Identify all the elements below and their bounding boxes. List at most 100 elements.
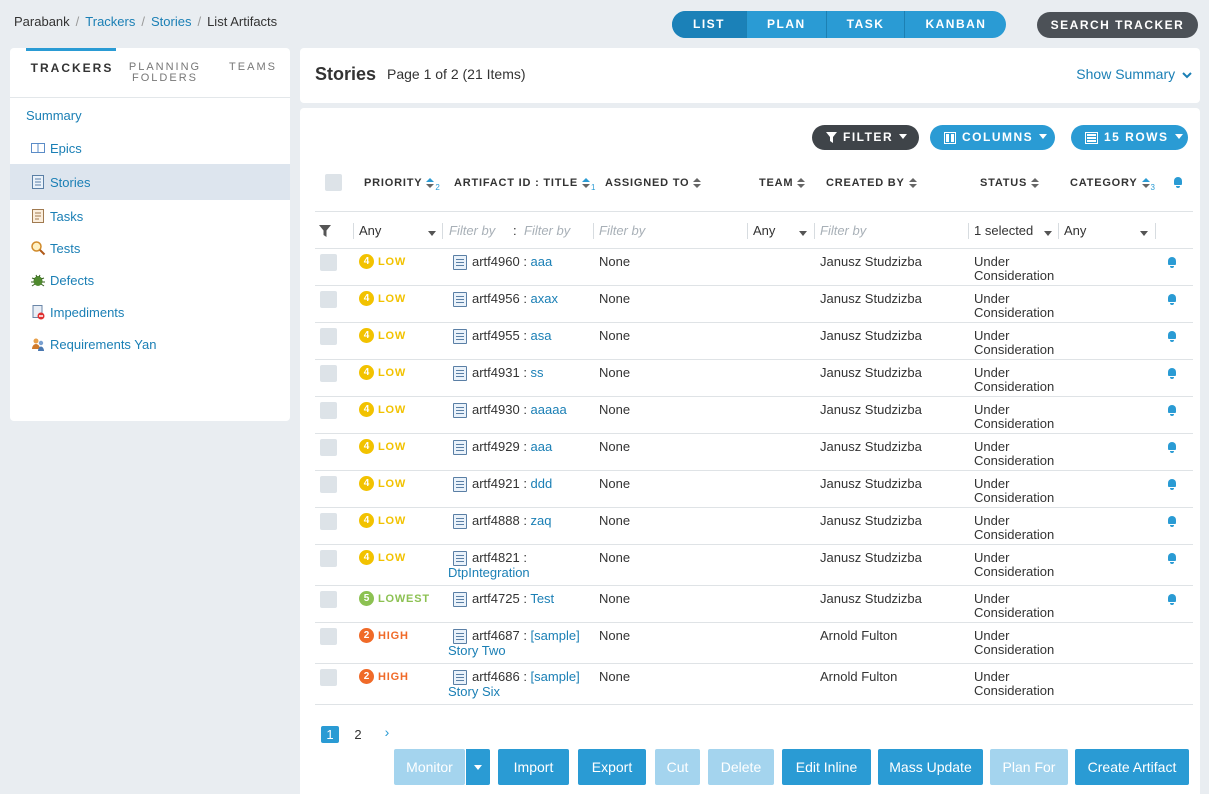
view-task-button[interactable]: TASK — [825, 11, 905, 38]
monitor-button[interactable]: Monitor — [394, 749, 465, 785]
sidebar-summary-link[interactable]: Summary — [26, 108, 82, 123]
sidebar-item-requirements-yan[interactable]: Requirements Yan — [10, 328, 290, 360]
created-by-link[interactable]: Janusz Studzizba — [820, 551, 922, 565]
monitor-bell-icon[interactable] — [1167, 516, 1177, 527]
col-category[interactable]: CATEGORY 3 — [1070, 177, 1156, 192]
filter-status-select[interactable]: 1 selected — [974, 223, 1033, 238]
created-by-link[interactable]: Janusz Studzizba — [820, 477, 922, 491]
view-kanban-button[interactable]: KANBAN — [904, 11, 1006, 38]
export-button[interactable]: Export — [578, 749, 646, 785]
artifact-title-link[interactable]: Story Two — [448, 644, 598, 658]
monitor-bell-icon[interactable] — [1167, 594, 1177, 605]
row-checkbox[interactable] — [320, 513, 337, 530]
col-team[interactable]: TEAM — [759, 177, 806, 189]
artifact-title-link[interactable]: Test — [530, 591, 554, 606]
filter-team-select[interactable]: Any — [753, 223, 775, 238]
artifact-title-link[interactable]: axax — [531, 291, 558, 306]
artifact-title-link[interactable]: Story Six — [448, 685, 598, 699]
columns-button[interactable]: COLUMNS — [930, 125, 1055, 150]
edit-inline-button[interactable]: Edit Inline — [782, 749, 871, 785]
row-checkbox[interactable] — [320, 476, 337, 493]
col-priority[interactable]: PRIORITY 2 — [364, 177, 441, 192]
table-row[interactable]: 4 LOW artf4955 : asa None Janusz Studzizba Un… — [315, 323, 1193, 360]
view-plan-button[interactable]: PLAN — [746, 11, 826, 38]
created-by-link[interactable]: Janusz Studzizba — [820, 255, 922, 269]
table-row[interactable]: 4 LOW artf4956 : axax None Janusz Studzizba U… — [315, 286, 1193, 323]
row-checkbox[interactable] — [320, 402, 337, 419]
select-all-checkbox[interactable] — [325, 174, 342, 191]
row-checkbox[interactable] — [320, 669, 337, 686]
search-tracker-button[interactable]: SEARCH TRACKER — [1037, 12, 1198, 38]
row-checkbox[interactable] — [320, 254, 337, 271]
table-row[interactable]: 4 LOW artf4888 : zaq None Janusz Studzizba Un… — [315, 508, 1193, 545]
created-by-link[interactable]: Janusz Studzizba — [820, 329, 922, 343]
filter-priority-select[interactable]: Any — [359, 223, 381, 238]
delete-button[interactable]: Delete — [708, 749, 774, 785]
page-1-button[interactable]: 1 — [321, 726, 339, 743]
filter-button[interactable]: FILTER — [812, 125, 919, 150]
artifact-title-link[interactable]: DtpIntegration — [448, 566, 598, 580]
table-row[interactable]: 4 LOW artf4960 : aaa None Janusz Studzizba Un… — [315, 249, 1193, 286]
created-by-link[interactable]: Janusz Studzizba — [820, 366, 922, 380]
row-checkbox[interactable] — [320, 628, 337, 645]
table-row[interactable]: 4 LOW artf4930 : aaaaa None Janusz Studzizba… — [315, 397, 1193, 434]
sidebar-item-tasks[interactable]: Tasks — [10, 200, 290, 232]
monitor-dropdown-button[interactable] — [465, 749, 490, 785]
create-artifact-button[interactable]: Create Artifact — [1075, 749, 1189, 785]
monitor-bell-icon[interactable] — [1167, 479, 1177, 490]
monitor-bell-icon[interactable] — [1167, 331, 1177, 342]
table-row[interactable]: 2 HIGH artf4687 : [sample] Story Two None Arn… — [315, 623, 1193, 664]
page-2-button[interactable]: 2 — [349, 726, 367, 743]
created-by-link[interactable]: Janusz Studzizba — [820, 440, 922, 454]
next-page-icon[interactable]: › — [378, 724, 396, 741]
view-list-button[interactable]: LIST — [672, 11, 746, 38]
row-checkbox[interactable] — [320, 439, 337, 456]
tab-trackers[interactable]: TRACKERS — [27, 62, 117, 74]
import-button[interactable]: Import — [498, 749, 569, 785]
breadcrumb-item[interactable]: Trackers — [85, 14, 135, 29]
show-summary-link[interactable]: Show Summary — [1076, 66, 1192, 82]
sidebar-item-defects[interactable]: Defects — [10, 264, 290, 296]
created-by-link[interactable]: Arnold Fulton — [820, 629, 897, 643]
rows-per-page-button[interactable]: 15 ROWS — [1071, 125, 1188, 150]
row-checkbox[interactable] — [320, 591, 337, 608]
created-by-link[interactable]: Janusz Studzizba — [820, 592, 922, 606]
row-checkbox[interactable] — [320, 550, 337, 567]
tab-teams[interactable]: TEAMS — [228, 62, 278, 73]
created-by-link[interactable]: Janusz Studzizba — [820, 514, 922, 528]
mass-update-button[interactable]: Mass Update — [878, 749, 983, 785]
row-checkbox[interactable] — [320, 365, 337, 382]
filter-artifact-id-input[interactable]: Filter by — [449, 223, 495, 238]
col-status[interactable]: STATUS — [980, 177, 1040, 189]
monitor-bell-icon[interactable] — [1167, 257, 1177, 268]
sidebar-item-tests[interactable]: Tests — [10, 232, 290, 264]
artifact-title-link[interactable]: ss — [531, 365, 544, 380]
artifact-title-link[interactable]: ddd — [531, 476, 553, 491]
artifact-title-link[interactable]: aaa — [531, 439, 553, 454]
breadcrumb-item[interactable]: Stories — [151, 14, 191, 29]
monitor-bell-icon[interactable] — [1167, 405, 1177, 416]
filter-created-by-input[interactable]: Filter by — [820, 223, 866, 238]
col-assigned[interactable]: ASSIGNED TO — [605, 177, 702, 189]
table-row[interactable]: 4 LOW artf4929 : aaa None Janusz Studzizba Un… — [315, 434, 1193, 471]
monitor-bell-icon[interactable] — [1167, 294, 1177, 305]
artifact-title-link[interactable]: aaaaa — [531, 402, 567, 417]
col-created-by[interactable]: CREATED BY — [826, 177, 917, 189]
monitor-bell-icon[interactable] — [1167, 368, 1177, 379]
col-artifact[interactable]: ARTIFACT ID : TITLE 1 — [454, 177, 596, 192]
row-checkbox[interactable] — [320, 328, 337, 345]
artifact-title-link[interactable]: asa — [531, 328, 552, 343]
table-row[interactable]: 4 LOW artf4921 : ddd None Janusz Studzizba Un… — [315, 471, 1193, 508]
created-by-link[interactable]: Janusz Studzizba — [820, 403, 922, 417]
filter-title-input[interactable]: Filter by — [524, 223, 570, 238]
plan-for-button[interactable]: Plan For — [990, 749, 1068, 785]
created-by-link[interactable]: Janusz Studzizba — [820, 292, 922, 306]
sidebar-item-epics[interactable]: Epics — [10, 132, 290, 164]
artifact-title-link[interactable]: [sample] — [531, 628, 580, 643]
table-row[interactable]: 4 LOW artf4931 : ss None Janusz Studzizba Und… — [315, 360, 1193, 397]
table-row[interactable]: 5 LOWEST artf4725 : Test None Janusz Studziz… — [315, 586, 1193, 623]
sidebar-item-stories[interactable]: Stories — [10, 164, 290, 200]
monitor-bell-icon[interactable] — [1173, 177, 1183, 188]
artifact-title-link[interactable]: aaa — [531, 254, 553, 269]
filter-category-select[interactable]: Any — [1064, 223, 1086, 238]
